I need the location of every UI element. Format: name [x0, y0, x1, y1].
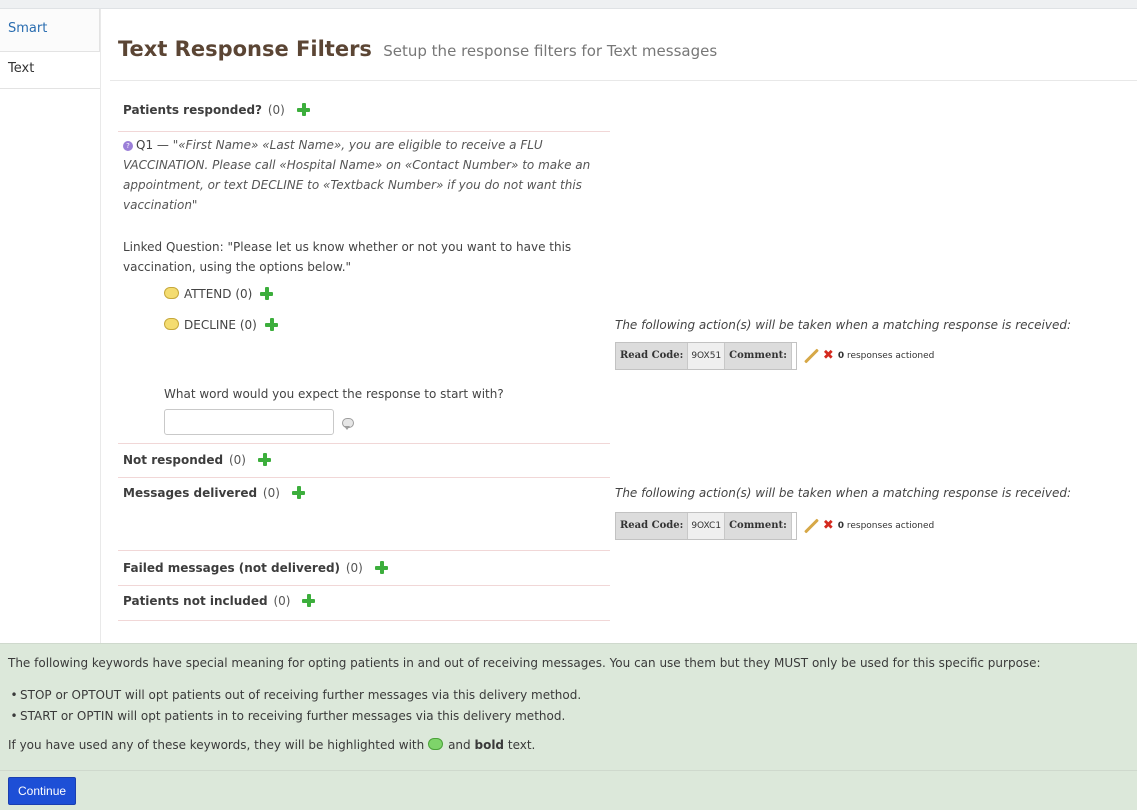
question-text: ? Q1 — "«First Name» «Last Name», you are… [118, 135, 610, 215]
response-label: DECLINE [184, 318, 236, 332]
edit-pencil-icon[interactable] [803, 348, 819, 364]
section-count: (0) [262, 486, 280, 500]
page-title: Text Response Filters Setup the response… [118, 37, 717, 61]
read-code-label: Read Code: [620, 350, 684, 361]
responses-actioned: 0 responses actioned [838, 521, 935, 531]
add-action-icon[interactable] [264, 318, 278, 331]
section-count: (0) [273, 594, 291, 608]
section-not-responded: Not responded (0) [118, 443, 610, 478]
response-count: (0) [235, 287, 253, 301]
comment-label: Comment: [729, 520, 787, 531]
edit-pencil-icon[interactable] [803, 518, 819, 534]
response-bubble-icon [164, 318, 179, 330]
response-count: (0) [239, 318, 257, 332]
actioned-text: responses actioned [846, 351, 935, 361]
note-bold: bold [474, 738, 505, 752]
section-title: Patients responded? [123, 103, 263, 117]
response-option-decline: DECLINE (0) [164, 318, 278, 332]
question-icon[interactable]: ? [123, 141, 133, 151]
continue-button[interactable]: Continue [8, 777, 77, 805]
nav-divider [100, 9, 101, 643]
question-body: "«First Name» «Last Name», you are eligi… [123, 138, 591, 212]
section-count: (0) [228, 453, 246, 467]
keyword-item: STOP or OPTOUT will opt patients out of … [8, 686, 581, 707]
keyword-note: If you have used any of these keywords, … [8, 738, 535, 752]
top-bar [0, 0, 1137, 9]
add-filter-icon[interactable] [296, 103, 310, 116]
expect-label: What word would you expect the response … [164, 387, 504, 401]
add-response-icon[interactable] [342, 417, 356, 431]
actioned-count: 0 [837, 351, 845, 361]
response-word-input[interactable] [164, 409, 334, 435]
read-code-box: Read Code: 9OXC1 Comment: [615, 512, 797, 540]
section-count: (0) [267, 103, 285, 117]
linked-question: Linked Question: "Please let us know whe… [123, 240, 572, 274]
page-subtitle: Setup the response filters for Text mess… [383, 42, 718, 60]
footer-bar: Continue [0, 770, 1137, 810]
section-count: (0) [345, 561, 363, 575]
delete-x-icon[interactable]: ✖ [823, 518, 834, 534]
section-patients-responded: Patients responded? (0) [118, 89, 610, 132]
note-text: If you have used any of these keywords, … [8, 738, 425, 752]
comment-value [790, 513, 796, 539]
read-code-label: Read Code: [620, 520, 684, 531]
responses-actioned: 0 responses actioned [838, 351, 935, 361]
section-failed-messages: Failed messages (not delivered) (0) [118, 551, 610, 586]
read-code-value: 9OX51 [687, 343, 726, 369]
read-code-value: 9OXC1 [687, 513, 726, 539]
page-title-text: Text Response Filters [118, 37, 372, 61]
comment-label: Comment: [729, 350, 787, 361]
add-filter-icon[interactable] [291, 486, 305, 499]
side-tabs: Smart Text [0, 9, 100, 89]
actioned-count: 0 [837, 521, 844, 531]
section-messages-delivered: Messages delivered (0) [118, 478, 610, 551]
keyword-list: STOP or OPTOUT will opt patients out of … [8, 686, 581, 728]
page-header: Text Response Filters Setup the response… [110, 9, 1137, 81]
delete-x-icon[interactable]: ✖ [823, 348, 834, 364]
keyword-info-panel: The following keywords have special mean… [0, 643, 1137, 770]
read-code-box: Read Code: 9OX51 Comment: [615, 342, 797, 370]
tab-text[interactable]: Text [0, 52, 100, 89]
actioned-text: responses actioned [846, 521, 935, 531]
note-after: text. [507, 738, 536, 752]
action-intro: The following action(s) will be taken wh… [615, 486, 1071, 500]
add-action-icon[interactable] [260, 287, 274, 300]
section-title: Messages delivered [123, 486, 258, 500]
response-option-attend: ATTEND (0) [164, 287, 274, 301]
add-filter-icon[interactable] [374, 561, 388, 574]
section-title: Patients not included [123, 594, 268, 608]
section-title: Failed messages (not delivered) [123, 561, 341, 575]
question-number: Q1 — [136, 138, 169, 152]
action-item-delivered: Read Code: 9OXC1 Comment: ✖ 0 responses … [615, 512, 934, 540]
add-filter-icon[interactable] [257, 453, 271, 466]
note-and: and [448, 738, 471, 752]
comment-value [790, 343, 796, 369]
speech-bubble-icon [428, 738, 444, 750]
keyword-intro: The following keywords have special mean… [8, 656, 1041, 670]
response-bubble-icon [164, 287, 179, 299]
response-label: ATTEND [184, 287, 232, 301]
section-title: Not responded [123, 453, 224, 467]
add-filter-icon[interactable] [302, 594, 316, 607]
action-intro: The following action(s) will be taken wh… [615, 318, 1071, 332]
section-patients-not-included: Patients not included (0) [118, 586, 610, 621]
keyword-item: START or OPTIN will opt patients in to r… [8, 707, 581, 728]
tab-smart[interactable]: Smart [0, 9, 100, 52]
action-item-decline: Read Code: 9OX51 Comment: ✖ 0 responses … [615, 342, 934, 370]
